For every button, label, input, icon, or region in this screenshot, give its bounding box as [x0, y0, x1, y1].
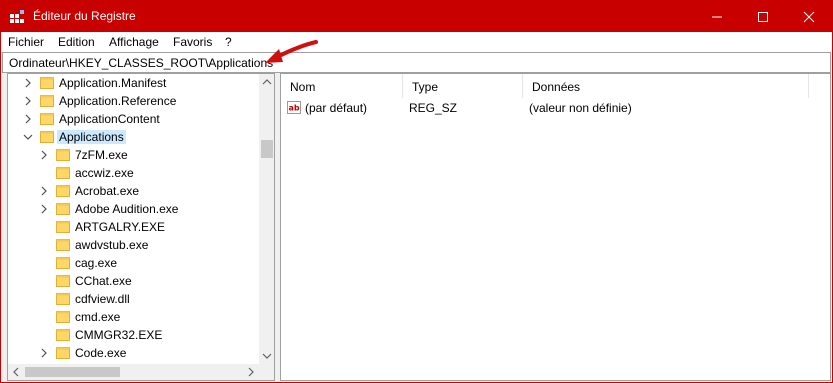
column-header-type[interactable]: Type [403, 74, 523, 98]
tree-item-label: cmd.exe [75, 310, 121, 324]
close-button[interactable] [786, 1, 832, 32]
column-header-label: Type [412, 80, 439, 94]
folder-icon [56, 149, 70, 161]
tree-item[interactable]: Applications [8, 128, 258, 146]
tree-item[interactable]: CChat.exe [8, 272, 258, 290]
column-header-label: Données [532, 80, 581, 94]
folder-icon [56, 275, 70, 287]
column-header-donnees[interactable]: Données [523, 74, 809, 98]
tree-item[interactable]: cdfview.dll [8, 290, 258, 308]
tree-item-label: Adobe Audition.exe [75, 202, 179, 216]
chevron-right-icon[interactable] [23, 96, 33, 106]
value-name: (par défaut) [305, 101, 368, 115]
tree-item[interactable]: ApplicationContent [8, 110, 258, 128]
tree-item-label: 7zFM.exe [75, 148, 128, 162]
menu-fichier[interactable]: Fichier [8, 35, 44, 49]
tree-item-label: ARTGALRY.EXE [75, 220, 166, 234]
folder-icon [56, 221, 70, 233]
tree-item-label: cag.exe [75, 256, 118, 270]
value-row[interactable]: ab (par défaut) REG_SZ (valeur non défin… [281, 98, 830, 116]
folder-icon [40, 113, 54, 125]
address-path: Ordinateur\HKEY_CLASSES_ROOT\Application… [9, 56, 274, 70]
chevron-right-icon[interactable] [39, 348, 49, 358]
tree-item[interactable]: Adobe Audition.exe [8, 200, 258, 218]
chevron-right-icon[interactable] [39, 150, 49, 160]
address-bar[interactable]: Ordinateur\HKEY_CLASSES_ROOT\Application… [2, 52, 831, 73]
tree-item-label: Acrobat.exe [75, 184, 140, 198]
tree-item[interactable]: accwiz.exe [8, 164, 258, 182]
folder-icon [56, 329, 70, 341]
maximize-button[interactable] [740, 1, 786, 32]
column-header-nom[interactable]: Nom [281, 74, 403, 98]
menu-favoris[interactable]: Favoris [173, 35, 212, 49]
tree-item[interactable]: Acrobat.exe [8, 182, 258, 200]
tree-item-label: Application.Reference [59, 94, 177, 108]
scroll-up-icon[interactable] [259, 74, 275, 90]
tree-horizontal-scrollbar[interactable] [8, 364, 259, 380]
tree-item-label: Application.Manifest [59, 76, 167, 90]
tree-item-label: ApplicationContent [59, 112, 160, 126]
tree-item[interactable]: 7zFM.exe [8, 146, 258, 164]
tree-item-label: Code.exe [75, 346, 127, 360]
svg-text:ab: ab [289, 104, 300, 113]
folder-icon [40, 95, 54, 107]
menu-help[interactable]: ? [225, 35, 232, 49]
scroll-left-icon[interactable] [8, 364, 24, 380]
tree-item-label: Applications [57, 130, 126, 144]
scroll-down-icon[interactable] [259, 348, 275, 364]
title-bar: Éditeur du Registre [1, 1, 832, 32]
folder-icon [56, 185, 70, 197]
folder-icon [56, 293, 70, 305]
tree-item-label: CChat.exe [75, 274, 132, 288]
maximize-icon [758, 12, 768, 22]
values-list[interactable]: Nom Type Données ab (par défaut) REG_SZ … [280, 73, 831, 381]
value-data: (valeur non définie) [529, 101, 632, 115]
close-icon [803, 11, 815, 23]
folder-open-icon [40, 131, 54, 143]
folder-icon [56, 311, 70, 323]
minimize-icon [712, 16, 722, 18]
tree-item[interactable]: Application.Manifest [8, 74, 258, 92]
folder-icon [56, 347, 70, 359]
tree-vertical-scrollbar[interactable] [259, 74, 275, 364]
string-value-icon: ab [287, 101, 301, 114]
menu-affichage[interactable]: Affichage [109, 35, 159, 49]
menu-bar: Fichier Edition Affichage Favoris ? [1, 32, 832, 52]
tree-item[interactable]: Code.exe [8, 344, 258, 362]
window-title: Éditeur du Registre [33, 9, 136, 23]
tree-item-label: cdfview.dll [75, 292, 130, 306]
value-type: REG_SZ [409, 101, 458, 115]
tree-item-label: CMMGR32.EXE [75, 328, 163, 342]
tree-item[interactable]: cmd.exe [8, 308, 258, 326]
tree-horizontal-scroll-thumb[interactable] [25, 367, 120, 377]
folder-icon [56, 257, 70, 269]
folder-icon [40, 77, 54, 89]
chevron-right-icon[interactable] [23, 114, 33, 124]
scrollbar-corner [259, 364, 274, 380]
chevron-down-icon[interactable] [23, 132, 33, 142]
tree-item[interactable]: Application.Reference [8, 92, 258, 110]
registry-tree[interactable]: Application.Manifest Application.Referenc… [7, 73, 275, 381]
tree-item[interactable]: CMMGR32.EXE [8, 326, 258, 344]
column-header-label: Nom [290, 80, 316, 94]
registry-app-icon [10, 10, 24, 23]
chevron-right-icon[interactable] [39, 204, 49, 214]
folder-icon [56, 167, 70, 179]
scroll-right-icon[interactable] [243, 364, 259, 380]
tree-item[interactable]: ARTGALRY.EXE [8, 218, 258, 236]
chevron-right-icon[interactable] [39, 186, 49, 196]
tree-item-label: awdvstub.exe [75, 238, 149, 252]
tree-vertical-scroll-thumb[interactable] [261, 140, 273, 158]
tree-item-label: accwiz.exe [75, 166, 134, 180]
tree-item[interactable]: cag.exe [8, 254, 258, 272]
menu-edition[interactable]: Edition [58, 35, 95, 49]
folder-icon [56, 203, 70, 215]
annotation-arrow-icon [265, 40, 318, 63]
tree-item[interactable]: awdvstub.exe [8, 236, 258, 254]
chevron-right-icon[interactable] [23, 78, 33, 88]
folder-icon [56, 239, 70, 251]
registry-editor-window: Éditeur du Registre Fichier Edition Affi… [0, 0, 833, 383]
minimize-button[interactable] [694, 1, 740, 32]
